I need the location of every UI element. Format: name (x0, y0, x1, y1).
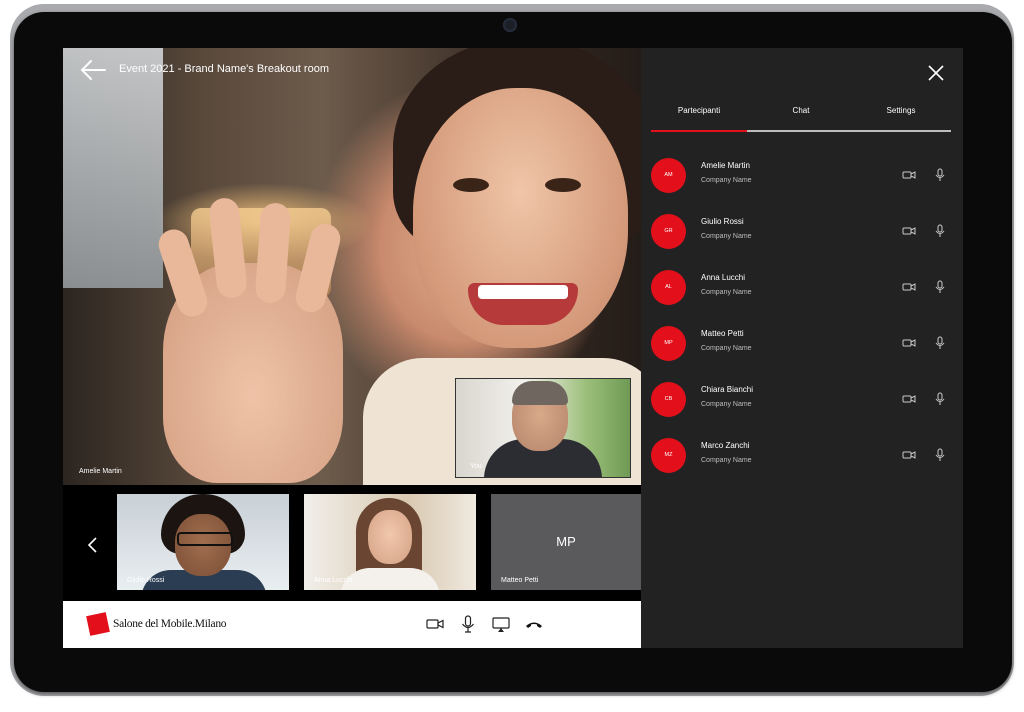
participant-company: Company Name (701, 401, 752, 408)
participant-thumbnail[interactable]: Anna Lucchi (304, 494, 476, 590)
microphone-icon[interactable] (933, 280, 947, 294)
participant-row[interactable]: AM Amelie Martin Company Name (651, 156, 951, 196)
participant-name: Chiara Bianchi (701, 385, 754, 394)
camera-icon[interactable] (902, 280, 916, 294)
avatar: AL (651, 270, 686, 305)
tab-settings[interactable]: Settings (851, 106, 951, 115)
camera-icon[interactable] (902, 448, 916, 462)
active-tab-indicator (651, 130, 747, 132)
thumbnail-name: Anna Lucchi (314, 577, 353, 584)
back-arrow-icon[interactable] (79, 58, 107, 82)
video-call-screen: Event 2021 - Brand Name's Breakout room … (63, 48, 963, 648)
avatar: CB (651, 382, 686, 417)
hang-up-icon[interactable] (524, 614, 544, 634)
camera-icon[interactable] (902, 336, 916, 350)
participant-name: Matteo Petti (701, 329, 744, 338)
tab-chat[interactable]: Chat (751, 106, 851, 115)
control-bar: Salone del Mobile.Milano (63, 601, 641, 648)
room-title: Event 2021 - Brand Name's Breakout room (119, 63, 329, 75)
participant-thumbnail[interactable]: MP Matteo Petti (491, 494, 641, 590)
microphone-icon[interactable] (933, 392, 947, 406)
microphone-icon[interactable] (458, 614, 478, 634)
tab-partecipanti[interactable]: Partecipanti (651, 106, 747, 115)
camera-icon[interactable] (902, 168, 916, 182)
participant-row[interactable]: CB Chiara Bianchi Company Name (651, 380, 951, 420)
participant-company: Company Name (701, 289, 752, 296)
participant-row[interactable]: MP Matteo Petti Company Name (651, 324, 951, 364)
chevron-left-icon[interactable] (85, 535, 101, 555)
participant-name: Giulio Rossi (701, 217, 744, 226)
side-panel: Partecipanti Chat Settings AM Amelie Mar… (641, 48, 963, 648)
participant-row[interactable]: GR Giulio Rossi Company Name (651, 212, 951, 252)
participant-name: Marco Zanchi (701, 441, 750, 450)
front-camera (503, 18, 517, 32)
microphone-icon[interactable] (933, 448, 947, 462)
avatar: MP (651, 326, 686, 361)
participant-name: Anna Lucchi (701, 273, 746, 282)
main-video: Event 2021 - Brand Name's Breakout room … (63, 48, 641, 485)
self-view-label: You (470, 463, 482, 470)
participant-row[interactable]: AL Anna Lucchi Company Name (651, 268, 951, 308)
camera-icon[interactable] (902, 224, 916, 238)
avatar: GR (651, 214, 686, 249)
self-view[interactable]: You (455, 378, 631, 478)
brand-logo-text: Salone del Mobile.Milano (113, 618, 227, 630)
participant-thumbnail[interactable]: Giulio Rossi (117, 494, 289, 590)
thumbnail-name: Giulio Rossi (127, 577, 165, 584)
brand-logo-icon (86, 612, 110, 636)
camera-icon[interactable] (425, 614, 445, 634)
participant-company: Company Name (701, 345, 752, 352)
avatar: AM (651, 158, 686, 193)
participant-company: Company Name (701, 457, 752, 464)
participant-company: Company Name (701, 233, 752, 240)
participant-company: Company Name (701, 177, 752, 184)
participant-row[interactable]: MZ Marco Zanchi Company Name (651, 436, 951, 476)
participant-name: Amelie Martin (701, 161, 750, 170)
microphone-icon[interactable] (933, 168, 947, 182)
camera-icon[interactable] (902, 392, 916, 406)
main-speaker-label: Amelie Martin (79, 468, 122, 475)
participant-strip: Giulio Rossi Anna Lucchi MP Matteo Petti (63, 485, 641, 601)
microphone-icon[interactable] (933, 336, 947, 350)
thumbnail-initials: MP (556, 534, 576, 549)
thumbnail-name: Matteo Petti (501, 577, 539, 584)
microphone-icon[interactable] (933, 224, 947, 238)
avatar: MZ (651, 438, 686, 473)
screen-share-icon[interactable] (491, 614, 511, 634)
close-icon[interactable] (927, 64, 945, 82)
